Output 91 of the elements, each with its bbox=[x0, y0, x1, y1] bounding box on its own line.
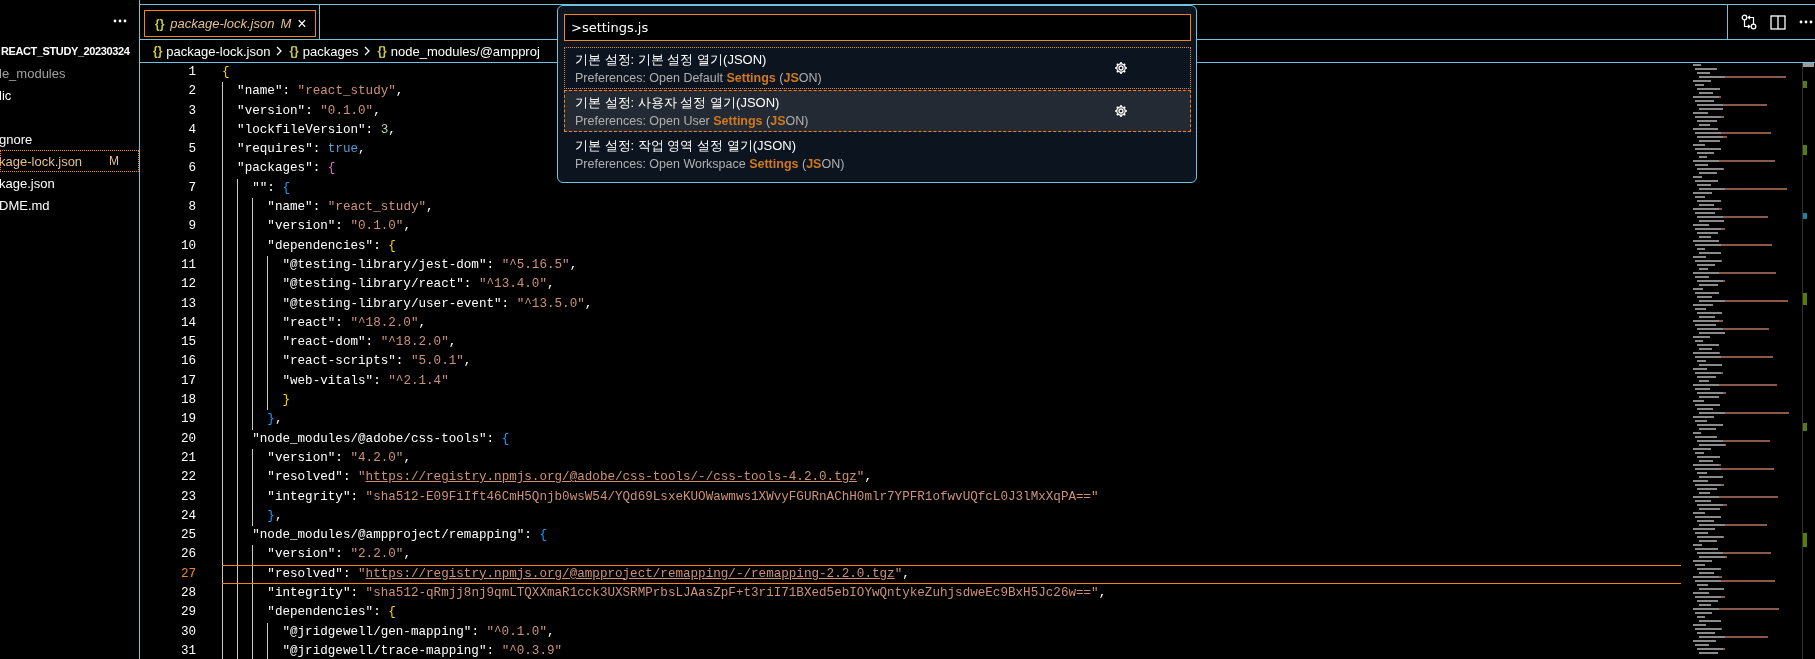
code-line: }, bbox=[267, 411, 283, 429]
line-number: 19 bbox=[179, 411, 196, 429]
line-number: 29 bbox=[179, 604, 196, 622]
line-number: 9 bbox=[187, 218, 196, 236]
code-line: "version": "4.2.0", bbox=[267, 449, 411, 467]
code-line: "": { bbox=[252, 179, 291, 197]
line-number: 28 bbox=[179, 585, 196, 602]
line-number: 23 bbox=[179, 488, 196, 506]
breadcrumb-item[interactable]: {} package-lock.json bbox=[153, 43, 271, 59]
code-line: "web-vitals": "^2.1.4" bbox=[282, 372, 449, 390]
code-line: "name": "react_study", bbox=[237, 83, 404, 101]
line-number: 16 bbox=[179, 353, 196, 371]
code-line: "name": "react_study", bbox=[267, 199, 434, 217]
code-line: "resolved": "https://registry.npmjs.org/@adobe/css-tools/-/css-tools-4.2.0.tgz", bbox=[267, 469, 872, 487]
line-number: 8 bbox=[187, 199, 196, 217]
line-number: 18 bbox=[179, 392, 196, 410]
line-number: 10 bbox=[179, 237, 196, 255]
code-line: "version": "0.1.0", bbox=[267, 218, 411, 236]
settings-icon[interactable] bbox=[1114, 104, 1128, 118]
line-number: 6 bbox=[187, 160, 196, 178]
code-line: "resolved": "https://registry.npmjs.org/@ampproject/remapping/-/remapping-2.2.0.tgz", bbox=[267, 565, 910, 583]
line-number: 1 bbox=[187, 64, 196, 81]
line-number: 5 bbox=[187, 141, 196, 159]
settings-icon[interactable] bbox=[1114, 61, 1128, 75]
breadcrumb-item[interactable]: {} node_modules/@ampproj bbox=[377, 43, 540, 59]
file-item[interactable]: gnore bbox=[0, 128, 139, 150]
line-number: 27 bbox=[179, 565, 196, 583]
line-number: 20 bbox=[179, 430, 196, 448]
command-title: 기본 설정: 사용자 설정 열기(JSON) bbox=[575, 94, 781, 112]
line-number: 14 bbox=[179, 314, 196, 332]
line-number: 4 bbox=[187, 121, 196, 139]
command-item[interactable]: 기본 설정: 작업 영역 설정 열기(JSON) Preferences: Open Workspace Settings (JSON) bbox=[564, 133, 1191, 175]
line-number: 26 bbox=[179, 546, 196, 564]
line-number: 25 bbox=[179, 527, 196, 545]
code-line: "react": "^18.2.0", bbox=[282, 314, 427, 332]
line-number: 13 bbox=[179, 295, 196, 313]
file-item[interactable]: kage-lock.json M bbox=[0, 150, 139, 172]
line-number: 3 bbox=[187, 102, 196, 120]
chevron-icon bbox=[364, 46, 372, 56]
command-detail: Preferences: Open Default Settings (JSON) bbox=[575, 71, 822, 85]
command-title: 기본 설정: 기본 설정 열기(JSON) bbox=[575, 51, 768, 69]
command-item[interactable]: 기본 설정: 사용자 설정 열기(JSON) Preferences: Open User Settings (JSON) bbox=[564, 90, 1191, 132]
code-line: }, bbox=[267, 507, 283, 525]
file-item[interactable]: le_modules bbox=[0, 62, 139, 84]
code-line: "version": "0.1.0", bbox=[237, 102, 381, 120]
code-line: "@testing-library/jest-dom": "^5.16.5", bbox=[282, 256, 578, 274]
more-icon[interactable] bbox=[1799, 20, 1813, 24]
line-number: 24 bbox=[179, 507, 196, 525]
file-item[interactable]: kage.json bbox=[0, 172, 139, 194]
code-line: "requires": true, bbox=[237, 141, 366, 159]
code-line: "@jridgewell/gen-mapping": "^0.1.0", bbox=[282, 623, 555, 641]
code-line: "node_modules/@adobe/css-tools": { bbox=[252, 430, 510, 448]
code-line: "lockfileVersion": 3, bbox=[237, 121, 396, 139]
code-line: "react-dom": "^18.2.0", bbox=[282, 334, 457, 352]
code-line: "dependencies": { bbox=[267, 237, 396, 255]
file-item[interactable]: DME.md bbox=[0, 194, 139, 216]
line-number: 11 bbox=[179, 256, 196, 274]
line-number: 22 bbox=[179, 469, 196, 487]
line-number: 31 bbox=[179, 642, 196, 659]
line-number: 12 bbox=[179, 276, 196, 294]
editor-tab[interactable]: {} package-lock.json M × bbox=[144, 10, 316, 37]
code-line: "version": "2.2.0", bbox=[267, 546, 411, 564]
code-line: "integrity": "sha512-E09FiIft46CmH5Qnjb0wsW54/YQd69LsxeKUOWawmws1XWvyFGURnAChH0mlr7YPFR1ofwvUQfcL0J3lMxXqPA==" bbox=[267, 488, 1099, 506]
line-number: 17 bbox=[179, 372, 196, 390]
breadcrumb-item[interactable]: {} packages bbox=[289, 43, 359, 59]
code-line: "@jridgewell/trace-mapping": "^0.3.9" bbox=[282, 642, 563, 659]
code-line: "integrity": "sha512-qRmjj8nj9qmLTQXXmaR1cck3UXSRMPrbsLJAasZpF+t3riI71BXed5ebIOYwQntykeZuhjsdweEc9BxH5Jc26w==", bbox=[267, 585, 1107, 602]
file-item[interactable]: lic bbox=[0, 84, 139, 106]
split-editor-icon[interactable] bbox=[1770, 14, 1786, 30]
line-number: 30 bbox=[179, 623, 196, 641]
line-number: 2 bbox=[187, 83, 196, 101]
line-number: 7 bbox=[187, 179, 196, 197]
command-item[interactable]: 기본 설정: 기본 설정 열기(JSON) Preferences: Open Default Settings (JSON) bbox=[564, 47, 1191, 89]
command-title: 기본 설정: 작업 영역 설정 열기(JSON) bbox=[575, 137, 797, 155]
more-icon[interactable] bbox=[113, 18, 127, 23]
code-line: "@testing-library/user-event": "^13.5.0", bbox=[282, 295, 593, 313]
code-line: "dependencies": { bbox=[267, 604, 396, 622]
line-number: 21 bbox=[179, 449, 196, 467]
code-line: "packages": { bbox=[237, 160, 336, 178]
command-detail: Preferences: Open User Settings (JSON) bbox=[575, 114, 809, 128]
chevron-icon bbox=[276, 46, 284, 56]
code-line: "react-scripts": "5.0.1", bbox=[282, 353, 472, 371]
code-line: } bbox=[282, 392, 290, 410]
line-number: 15 bbox=[179, 334, 196, 352]
explorer-title[interactable]: REACT_STUDY_20230324 bbox=[1, 41, 130, 62]
code-line: "@testing-library/react": "^13.4.0", bbox=[282, 276, 555, 294]
command-detail: Preferences: Open Workspace Settings (JSON) bbox=[575, 157, 845, 171]
compare-icon[interactable] bbox=[1741, 14, 1757, 30]
command-input[interactable]: >settings.js bbox=[564, 14, 1191, 41]
code-line: { bbox=[222, 64, 230, 81]
code-line: "node_modules/@ampproject/remapping": { bbox=[252, 527, 547, 545]
